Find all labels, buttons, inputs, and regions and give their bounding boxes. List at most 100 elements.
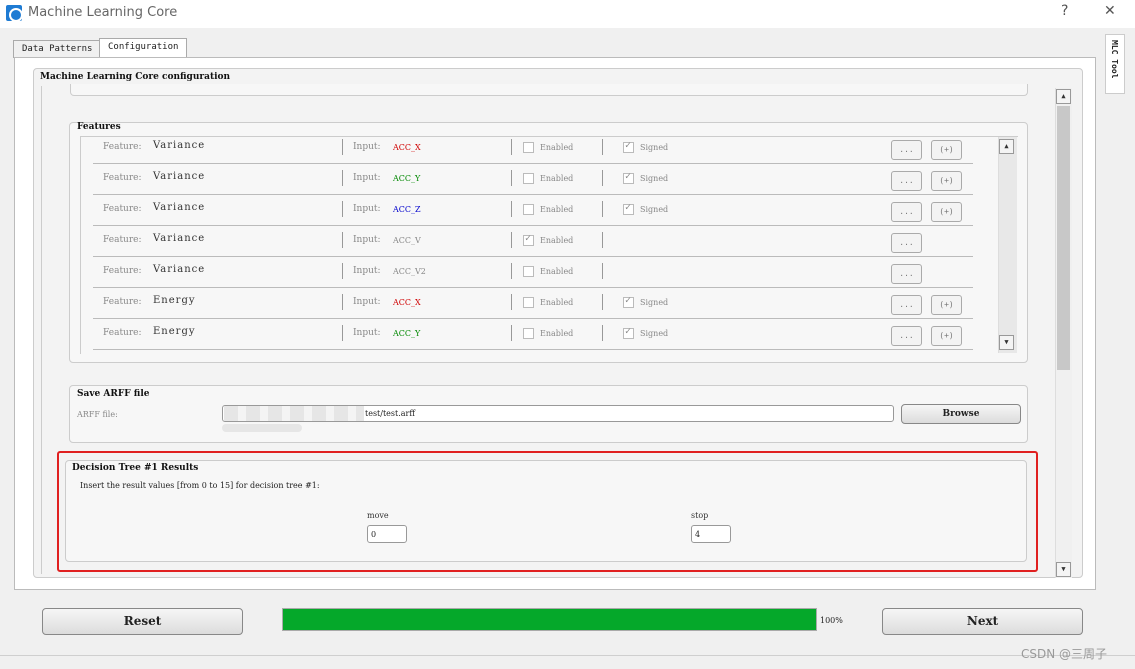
main-scroll-up-button[interactable]: ▲ <box>1056 89 1071 104</box>
signed-checkbox[interactable] <box>623 202 634 215</box>
separator <box>602 201 603 217</box>
options-button[interactable]: ... <box>891 326 922 346</box>
plus-button[interactable]: (+) <box>931 202 962 222</box>
enabled-checkbox[interactable] <box>523 266 534 277</box>
separator <box>511 325 512 341</box>
separator <box>342 170 343 186</box>
separator <box>342 139 343 155</box>
signed-label: Signed <box>640 174 669 183</box>
separator <box>511 263 512 279</box>
enabled-label: Enabled <box>540 329 574 338</box>
main-scroll-down-button[interactable]: ▼ <box>1056 562 1071 577</box>
app-icon <box>6 5 23 22</box>
main-scroll-thumb[interactable] <box>1057 106 1070 370</box>
tab-configuration[interactable]: Configuration <box>99 38 188 59</box>
features-title: Features <box>77 122 121 132</box>
signed-checkbox[interactable] <box>623 295 634 308</box>
plus-button[interactable]: (+) <box>931 140 962 160</box>
progress-bar <box>282 608 817 631</box>
separator <box>342 325 343 341</box>
highlight-annotation <box>57 451 1038 572</box>
feature-row: Feature: Energy Input: ACC_X Enabled Signed (+… <box>93 288 973 319</box>
enabled-checkbox[interactable] <box>523 328 534 339</box>
side-tab-label: MLC Tool <box>1110 40 1119 79</box>
separator <box>511 201 512 217</box>
separator <box>602 263 603 279</box>
feature-input-value: ACC_Y <box>393 329 421 338</box>
feature-row: Feature: Variance Input: ACC_V Enabled... <box>93 226 973 257</box>
arff-file-label: ARFF file: <box>77 410 118 419</box>
feature-input-value: ACC_Z <box>393 205 421 214</box>
progress-text: 100% <box>820 616 843 625</box>
feature-input-value: ACC_X <box>393 143 421 152</box>
separator <box>602 325 603 341</box>
signed-checkbox[interactable] <box>623 171 634 184</box>
separator <box>342 263 343 279</box>
options-button[interactable]: ... <box>891 202 922 222</box>
feature-name: Variance <box>153 202 206 213</box>
tab-data-patterns[interactable]: Data Patterns <box>13 40 102 58</box>
separator <box>511 232 512 248</box>
enabled-checkbox[interactable] <box>523 297 534 308</box>
feature-row: Feature: Variance Input: ACC_Y Enabled Signed… <box>93 164 973 195</box>
separator <box>511 294 512 310</box>
path-redaction <box>224 406 364 421</box>
feature-row: Feature: Variance Input: ACC_Z Enabled Signed… <box>93 195 973 226</box>
separator <box>342 201 343 217</box>
progress-fill <box>283 609 816 630</box>
enabled-checkbox[interactable] <box>523 142 534 153</box>
enabled-label: Enabled <box>540 205 574 214</box>
signed-label: Signed <box>640 205 669 214</box>
enabled-checkbox[interactable] <box>523 204 534 215</box>
options-button[interactable]: ... <box>891 295 922 315</box>
enabled-checkbox[interactable] <box>523 173 534 184</box>
input-prefix: Input: <box>353 328 381 338</box>
feature-prefix: Feature: <box>103 297 142 307</box>
redaction-smudge <box>222 424 302 432</box>
window-title: Machine Learning Core <box>28 5 178 20</box>
previous-group-bottom <box>70 84 1028 96</box>
plus-button[interactable]: (+) <box>931 171 962 191</box>
input-prefix: Input: <box>353 266 381 276</box>
features-scroll-up-button[interactable]: ▲ <box>999 139 1014 154</box>
next-button[interactable]: Next <box>882 608 1083 635</box>
options-button[interactable]: ... <box>891 140 922 160</box>
feature-input-value: ACC_V <box>393 236 421 245</box>
signed-label: Signed <box>640 298 669 307</box>
feature-name: Variance <box>153 171 206 182</box>
side-tab-mlc-tool[interactable]: MLC Tool <box>1105 34 1125 94</box>
reset-button[interactable]: Reset <box>42 608 243 635</box>
features-scrollbar[interactable] <box>998 137 1017 353</box>
bottom-divider <box>0 655 1135 656</box>
signed-checkbox[interactable] <box>623 140 634 153</box>
plus-button[interactable]: (+) <box>931 295 962 315</box>
enabled-checkbox[interactable] <box>523 233 534 246</box>
help-button[interactable]: ? <box>1061 3 1068 19</box>
options-button[interactable]: ... <box>891 171 922 191</box>
mlc-config-title: Machine Learning Core configuration <box>40 72 231 82</box>
feature-name: Energy <box>153 295 196 306</box>
features-list[interactable]: Feature: Variance Input: ACC_X Enabled Signed… <box>80 136 1018 354</box>
feature-row: Feature: Variance Input: ACC_X Enabled Signed… <box>93 137 973 164</box>
options-button[interactable]: ... <box>891 264 922 284</box>
input-prefix: Input: <box>353 173 381 183</box>
feature-name: Variance <box>153 233 206 244</box>
options-button[interactable]: ... <box>891 233 922 253</box>
plus-button[interactable]: (+) <box>931 326 962 346</box>
signed-checkbox[interactable] <box>623 326 634 339</box>
signed-label: Signed <box>640 329 669 338</box>
enabled-label: Enabled <box>540 298 574 307</box>
browse-button[interactable]: Browse <box>901 404 1021 424</box>
separator <box>602 139 603 155</box>
input-prefix: Input: <box>353 235 381 245</box>
enabled-label: Enabled <box>540 174 574 183</box>
separator <box>342 232 343 248</box>
feature-name: Variance <box>153 140 206 151</box>
input-prefix: Input: <box>353 204 381 214</box>
title-bar: Machine Learning Core ? ✕ <box>0 0 1135 28</box>
separator <box>511 170 512 186</box>
separator <box>342 294 343 310</box>
feature-input-value: ACC_X <box>393 298 421 307</box>
features-scroll-down-button[interactable]: ▼ <box>999 335 1014 350</box>
close-button[interactable]: ✕ <box>1104 3 1116 19</box>
